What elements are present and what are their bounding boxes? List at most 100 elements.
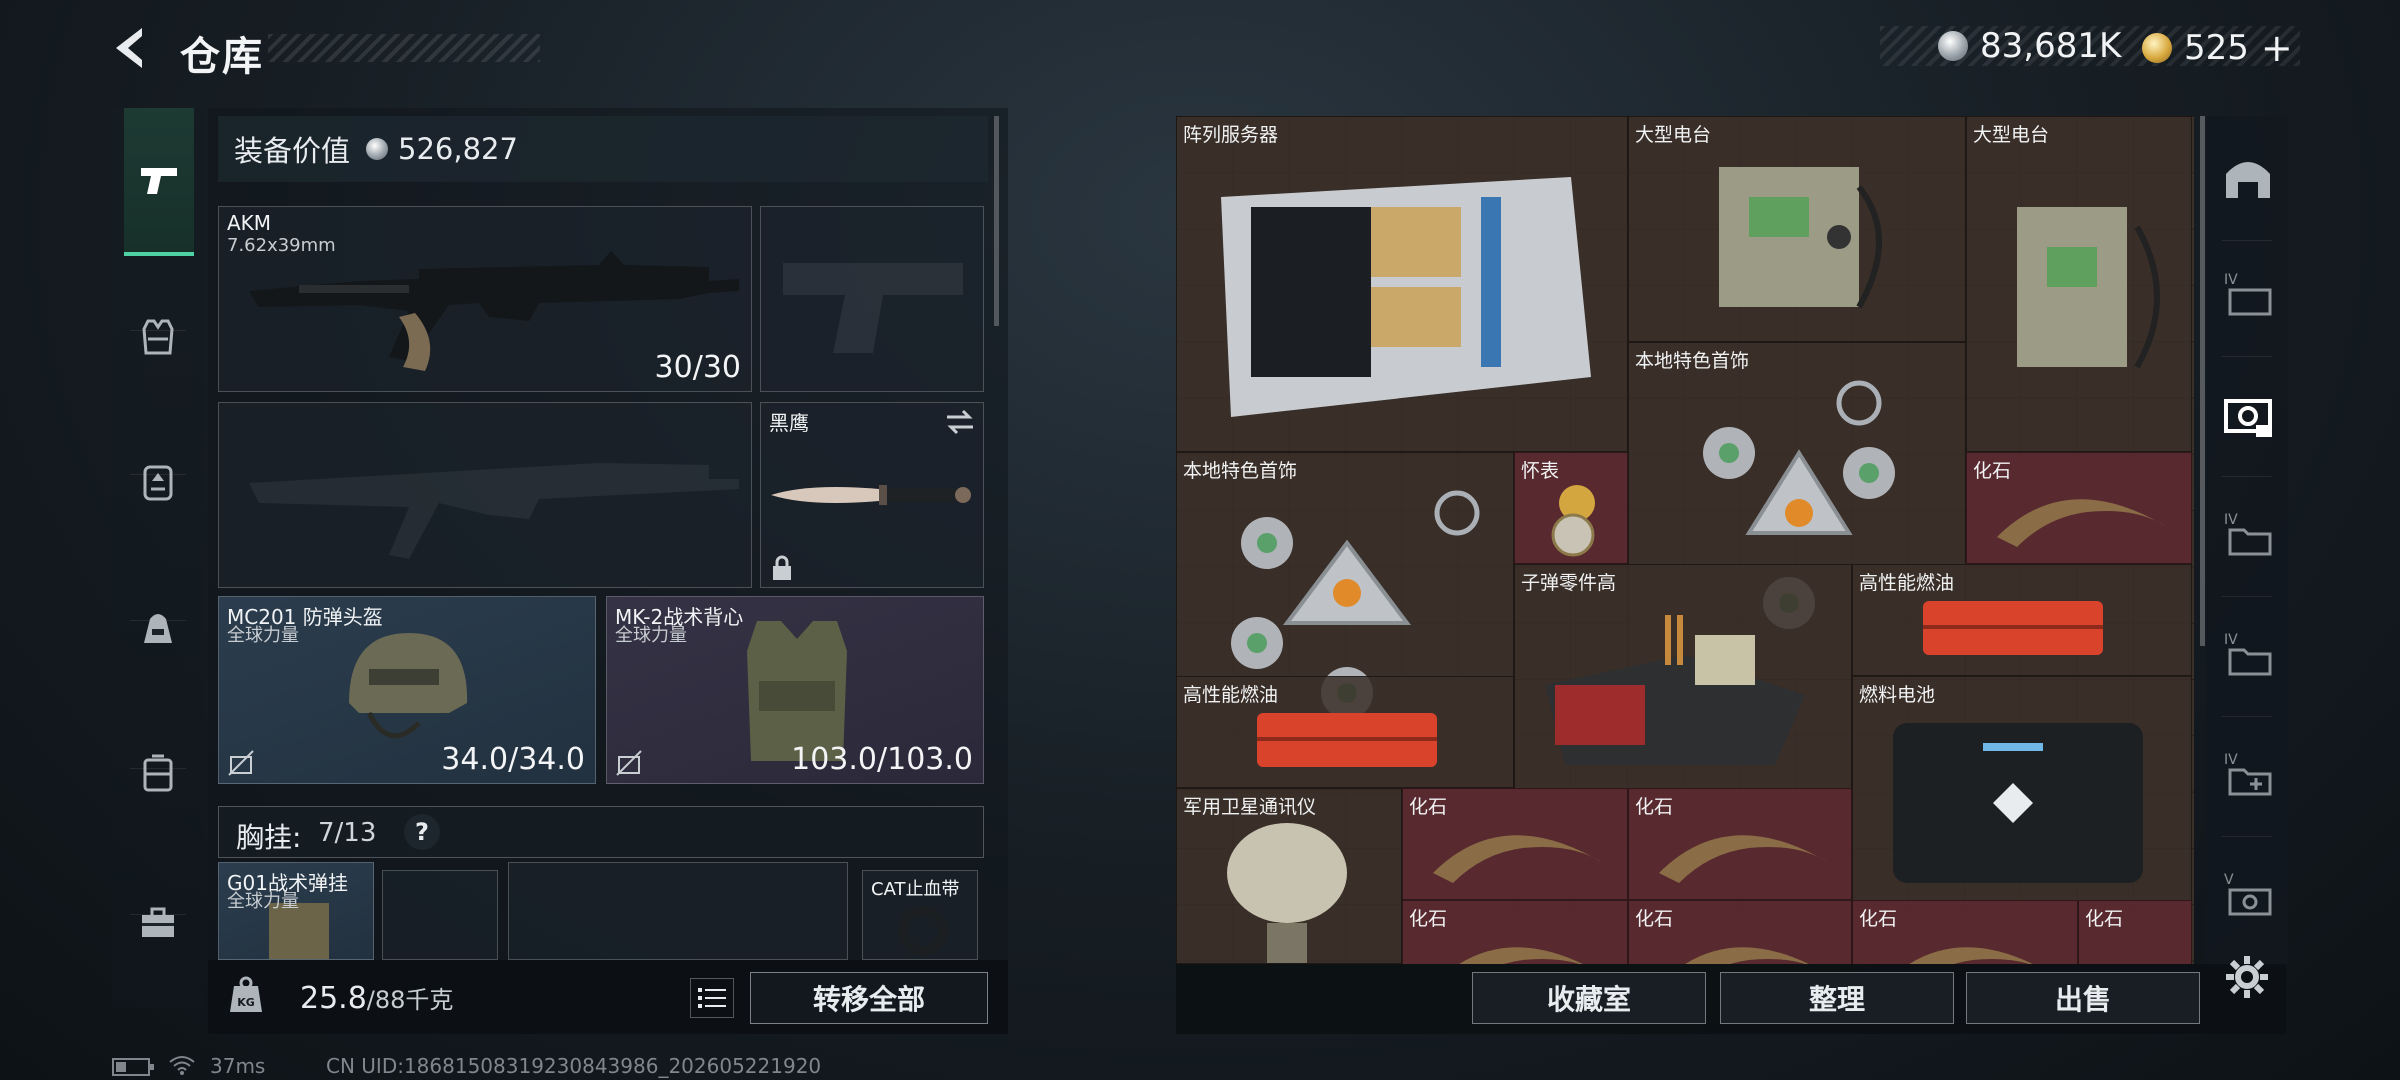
vest-slot[interactable]: MK-2战术背心 全球力量 103.0/103.0 bbox=[606, 596, 984, 784]
pistol-slot-empty[interactable] bbox=[760, 206, 984, 392]
melee-slot[interactable]: 黑鹰 bbox=[760, 402, 984, 588]
fossil-claw-image bbox=[1659, 835, 1829, 883]
sell-button[interactable]: 出售 bbox=[1966, 972, 2200, 1024]
svg-text:V: V bbox=[2224, 872, 2234, 888]
pistol-icon bbox=[141, 168, 177, 194]
stash-item-large-radio[interactable]: 大型电台 bbox=[1628, 116, 1966, 342]
backpack-icon bbox=[143, 465, 173, 501]
gold-coin-icon bbox=[2142, 33, 2172, 63]
helmet-image bbox=[349, 633, 468, 739]
stash-item-fossil[interactable]: 化石 bbox=[2078, 900, 2192, 964]
back-button[interactable] bbox=[108, 22, 160, 74]
helmet-durability: 34.0/34.0 bbox=[441, 742, 585, 777]
collection-room-button[interactable]: 收藏室 bbox=[1472, 972, 1706, 1024]
gold-amount: 525 bbox=[2184, 28, 2249, 68]
crate-tier-icon: IV bbox=[2224, 272, 2272, 316]
ammo-parts-image bbox=[1545, 615, 1805, 765]
rifle-silhouette-icon bbox=[249, 463, 739, 559]
fossil-claw-image bbox=[1909, 947, 2033, 964]
rig-slot-empty[interactable] bbox=[508, 862, 848, 960]
helmet-brand: 全球力量 bbox=[227, 625, 299, 646]
svg-text:KG: KG bbox=[237, 996, 255, 1009]
nav-armor[interactable] bbox=[112, 264, 204, 410]
wifi-icon bbox=[169, 1056, 195, 1075]
stash-item-fossil[interactable]: 化石 bbox=[1402, 788, 1628, 900]
loadout-scrollbar[interactable] bbox=[994, 116, 999, 326]
stash-item-fuel-cell[interactable]: 燃料电池 bbox=[1852, 676, 2192, 902]
stash-item-fossil[interactable]: 化石 bbox=[1628, 900, 1852, 964]
safehouse-icon bbox=[2226, 162, 2270, 198]
stash-item-pocket-watch[interactable]: 怀表 bbox=[1514, 452, 1628, 564]
fuel-case-image bbox=[1257, 713, 1437, 767]
stash-item-fossil[interactable]: 化石 bbox=[1628, 788, 1852, 900]
item-label: 怀表 bbox=[1521, 460, 1560, 482]
nav-case[interactable] bbox=[112, 700, 204, 846]
settings-gear-icon[interactable] bbox=[2222, 952, 2272, 1002]
knife-image bbox=[771, 485, 971, 505]
back-arrow-icon bbox=[116, 28, 142, 68]
fuel-cell-image bbox=[1893, 723, 2143, 883]
stash-item-satellite-comm[interactable]: 军用卫星通讯仪 bbox=[1176, 788, 1402, 964]
server-image bbox=[1221, 177, 1591, 417]
stash-tab-tier-5[interactable]: V bbox=[2218, 864, 2278, 924]
stash-item-fossil[interactable]: 化石 bbox=[1852, 900, 2078, 964]
transfer-all-button[interactable]: 转移全部 bbox=[750, 972, 988, 1024]
page-title: 仓库 bbox=[180, 34, 264, 80]
rig-item-name: CAT止血带 bbox=[871, 879, 960, 900]
svg-text:IV: IV bbox=[2224, 272, 2238, 288]
stash-item-ammo-parts[interactable]: 子弹零件高 bbox=[1514, 564, 1852, 790]
stash-item-hp-fuel[interactable]: 高性能燃油 bbox=[1176, 676, 1514, 788]
rig-slot-empty[interactable] bbox=[382, 870, 498, 960]
stash-item-large-radio[interactable]: 大型电台 bbox=[1966, 116, 2192, 452]
folder-tier-icon: IV bbox=[2224, 512, 2272, 556]
rig-slot[interactable]: CAT止血带 bbox=[862, 870, 978, 960]
camera-crate-icon bbox=[2224, 399, 2272, 437]
stash-tab-tier-4-2[interactable]: IV bbox=[2218, 504, 2278, 564]
tourniquet-image bbox=[898, 906, 948, 956]
no-repair-icon bbox=[616, 750, 642, 776]
stash-tab-tier-4-3[interactable]: IV bbox=[2218, 624, 2278, 684]
nav-toolbox[interactable] bbox=[112, 850, 204, 996]
item-label: 大型电台 bbox=[1635, 124, 1712, 146]
nav-weapons[interactable] bbox=[124, 108, 194, 256]
list-view-button[interactable] bbox=[690, 978, 734, 1018]
secondary-weapon-slot-empty[interactable] bbox=[218, 402, 752, 588]
stash-tab-safehouse[interactable] bbox=[2218, 148, 2278, 208]
silver-currency: 83,681K bbox=[1938, 26, 2121, 66]
help-icon[interactable]: ? bbox=[404, 814, 440, 850]
no-repair-icon bbox=[228, 750, 254, 776]
fossil-claw-image bbox=[1433, 835, 1603, 883]
primary-ammo-count: 30/30 bbox=[654, 350, 741, 385]
case-icon bbox=[143, 754, 173, 792]
silver-coin-icon bbox=[1938, 31, 1968, 61]
stash-item-array-server[interactable]: 阵列服务器 bbox=[1176, 116, 1628, 452]
silver-coin-icon bbox=[366, 138, 389, 160]
stash-item-hp-fuel[interactable]: 高性能燃油 bbox=[1852, 564, 2192, 676]
stash-item-fossil[interactable]: 化石 bbox=[1966, 452, 2192, 564]
helmet-slot[interactable]: MC201 防弹头盔 全球力量 34.0/34.0 bbox=[218, 596, 596, 784]
stash-tab-camera[interactable] bbox=[2218, 384, 2278, 444]
camera-tier-icon: V bbox=[2224, 872, 2272, 916]
list-icon bbox=[698, 988, 726, 1008]
item-label: 阵列服务器 bbox=[1183, 124, 1279, 146]
fossil-claw-image bbox=[1685, 947, 1809, 964]
organize-button[interactable]: 整理 bbox=[1720, 972, 1954, 1024]
lock-icon bbox=[773, 555, 791, 580]
primary-weapon-slot[interactable]: AKM 7.62x39mm 30/30 bbox=[218, 206, 752, 392]
nav-bag[interactable] bbox=[112, 554, 204, 700]
rig-slot[interactable]: G01战术弹挂 全球力量 bbox=[218, 862, 374, 960]
pocket-watch-image bbox=[1551, 485, 1595, 557]
swap-icon[interactable] bbox=[945, 409, 975, 435]
nav-backpack[interactable] bbox=[112, 408, 204, 554]
gold-currency[interactable]: 525 + bbox=[2142, 26, 2293, 70]
stash-tab-tier-4-1[interactable]: IV bbox=[2218, 264, 2278, 324]
uid-text: CN UID:18681508319230843986_202605221920 bbox=[326, 1054, 822, 1078]
add-currency-icon[interactable]: + bbox=[2261, 26, 2293, 70]
vest-durability: 103.0/103.0 bbox=[791, 742, 973, 777]
stash-item-fossil[interactable]: 化石 bbox=[1402, 900, 1628, 964]
chest-rig-label: 胸挂: bbox=[236, 821, 302, 854]
stash-scrollbar[interactable] bbox=[2200, 116, 2205, 646]
stash-tab-add-tier-4[interactable]: IV bbox=[2218, 744, 2278, 804]
radio-image bbox=[1719, 167, 1882, 309]
fossil-claw-image bbox=[1997, 499, 2167, 547]
